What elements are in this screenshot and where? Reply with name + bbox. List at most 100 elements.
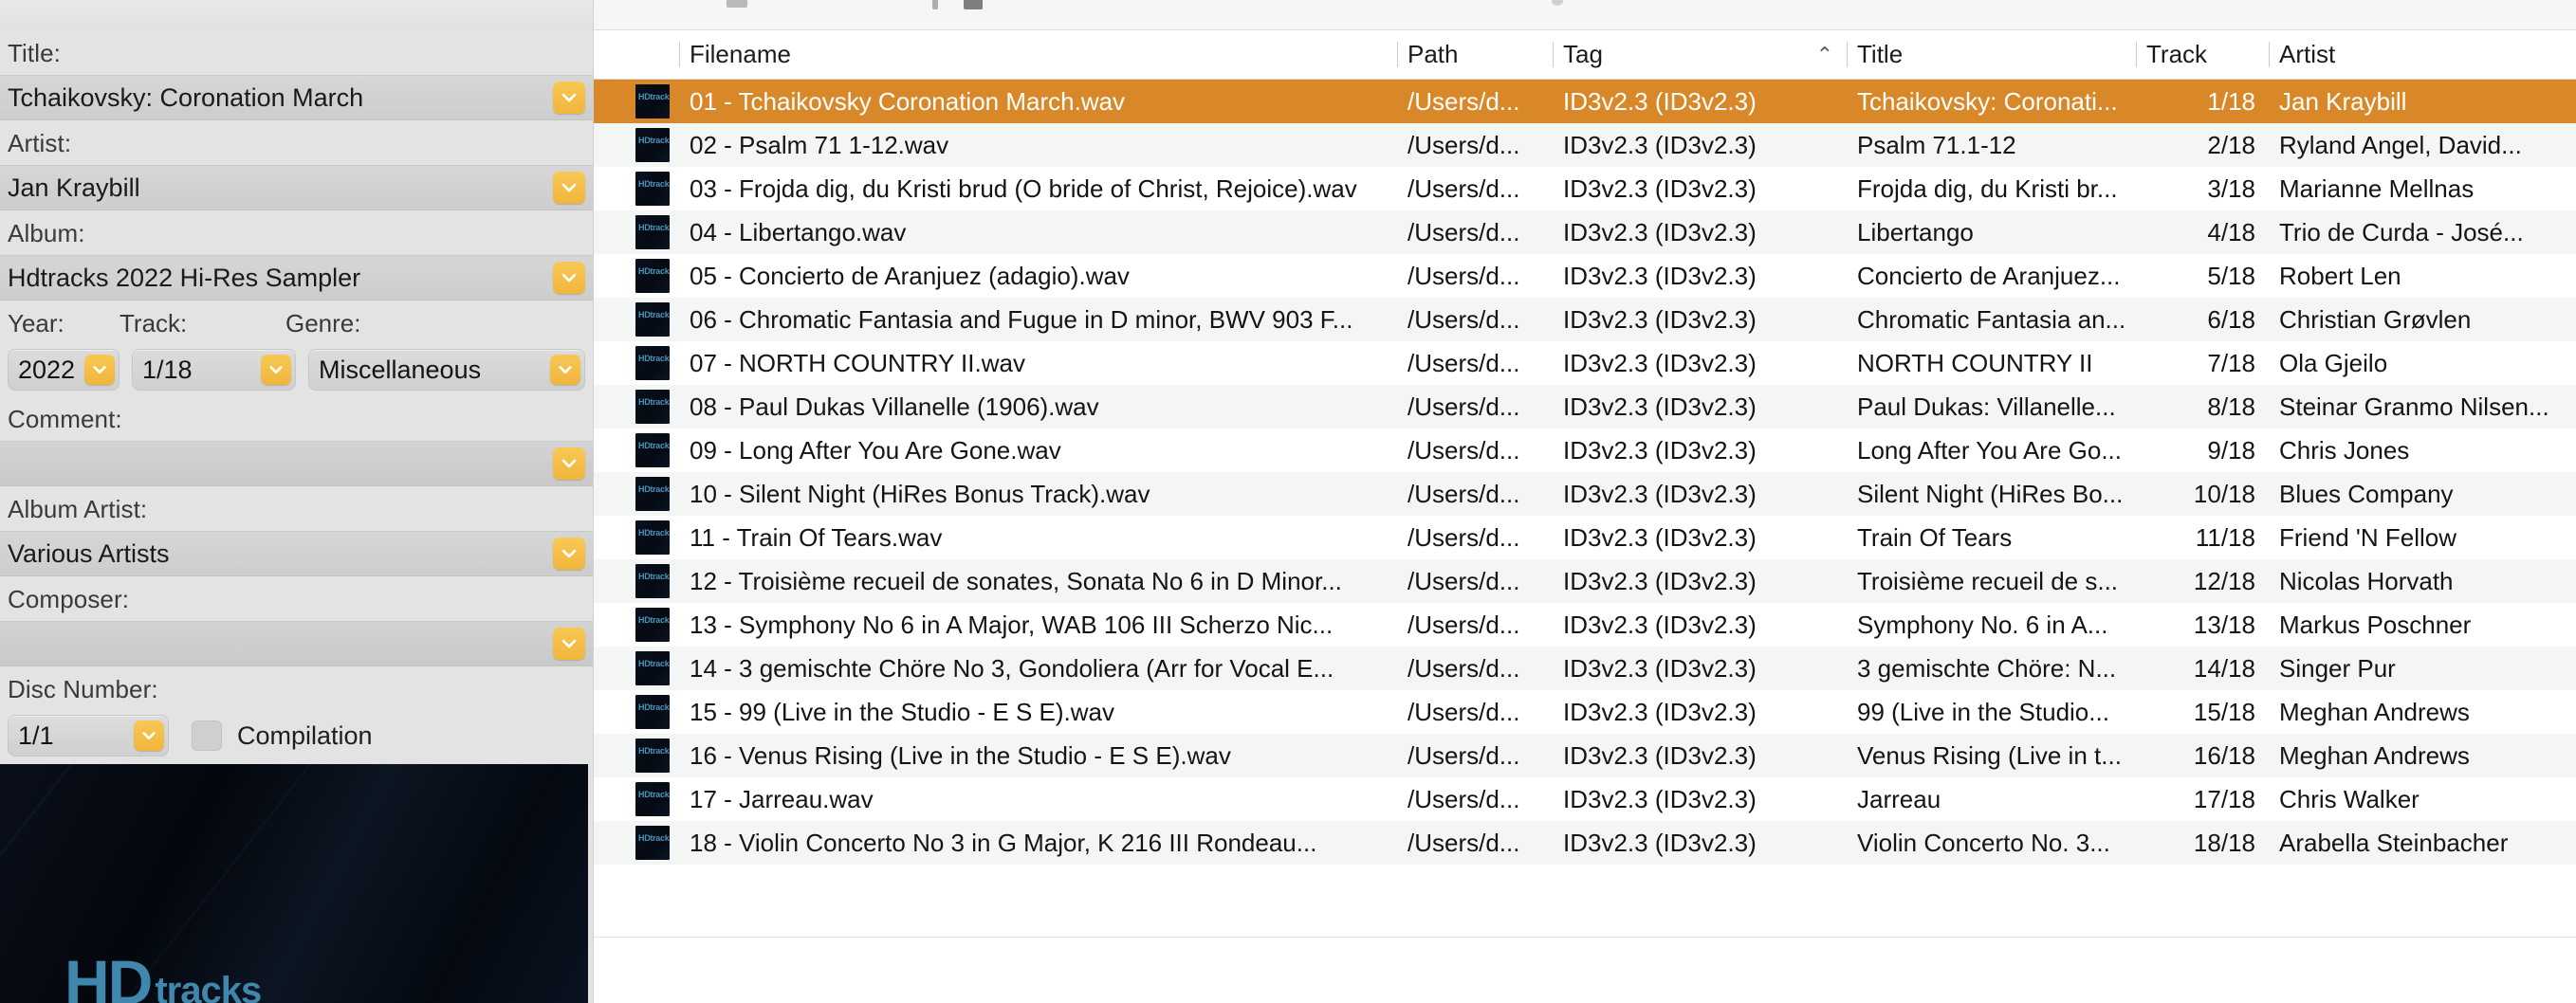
field-disc-number-value[interactable]: 1/1 (9, 721, 134, 751)
cell-path: /Users/d... (1408, 392, 1520, 421)
field-composer-input[interactable] (0, 621, 593, 666)
field-album-value[interactable]: Hdtracks 2022 Hi-Res Sampler (0, 264, 553, 293)
table-row[interactable]: HDtracks 01 - Tchaikovsky Coronation Marc… (594, 80, 2576, 123)
cell-path: /Users/d... (1408, 610, 1520, 639)
table-body: HDtracks 01 - Tchaikovsky Coronation Marc… (594, 80, 2576, 937)
cell-artwork: HDtracks (594, 390, 679, 424)
chevron-down-icon[interactable] (553, 82, 585, 114)
field-album: Album: Hdtracks 2022 Hi-Res Sampler (0, 210, 593, 301)
table-row[interactable]: HDtracks 03 - Frojda dig, du Kristi brud … (594, 167, 2576, 210)
cell-tag: ID3v2.3 (ID3v2.3) (1563, 784, 1757, 813)
toolbar-icon[interactable] (727, 0, 747, 8)
field-track-combobox[interactable]: 1/18 (132, 349, 296, 391)
table-empty-row (594, 908, 2576, 937)
column-header-tag-label: Tag (1563, 40, 1603, 68)
table-row[interactable]: HDtracks 07 - NORTH COUNTRY II.wav/Users/… (594, 341, 2576, 385)
table-row[interactable]: HDtracks 15 - 99 (Live in the Studio - E … (594, 690, 2576, 734)
table-row[interactable]: HDtracks 10 - Silent Night (HiRes Bonus T… (594, 472, 2576, 516)
album-thumbnail-icon: HDtracks (635, 826, 670, 860)
column-header-artwork[interactable] (594, 30, 679, 79)
cell-filename: 07 - NORTH COUNTRY II.wav (690, 348, 1025, 377)
field-genre-combobox[interactable]: Miscellaneous (308, 349, 585, 391)
cell-artist: Chris Jones (2279, 435, 2410, 465)
cell-title: Paul Dukas: Villanelle... (1857, 392, 2116, 421)
column-header-tag[interactable]: Tag ⌃ (1553, 30, 1847, 79)
cell-path: /Users/d... (1408, 86, 1520, 116)
field-album-artist-input[interactable]: Various Artists (0, 531, 593, 576)
column-header-artist[interactable]: Artist (2269, 30, 2576, 79)
field-album-artist-value[interactable]: Various Artists (0, 539, 553, 569)
column-header-filename[interactable]: Filename (679, 30, 1397, 79)
table-row[interactable]: HDtracks 13 - Symphony No 6 in A Major, W… (594, 603, 2576, 647)
cell-artist: Meghan Andrews (2279, 697, 2470, 726)
compilation-checkbox[interactable] (192, 720, 222, 751)
chevron-down-icon[interactable] (134, 720, 164, 751)
table-empty-row (594, 865, 2576, 908)
table-row[interactable]: HDtracks 08 - Paul Dukas Villanelle (1906… (594, 385, 2576, 429)
field-disc-number-combobox[interactable]: 1/1 (8, 715, 169, 757)
cell-tag: ID3v2.3 (ID3v2.3) (1563, 173, 1757, 203)
table-row[interactable]: HDtracks 02 - Psalm 71 1-12.wav/Users/d..… (594, 123, 2576, 167)
field-year-value[interactable]: 2022 (9, 356, 84, 385)
table-row[interactable]: HDtracks 04 - Libertango.wav/Users/d... ID… (594, 210, 2576, 254)
table-row[interactable]: HDtracks 12 - Troisième recueil de sonate… (594, 559, 2576, 603)
cell-filename: 14 - 3 gemischte Chöre No 3, Gondoliera … (690, 653, 1334, 683)
cell-artist: Ola Gjeilo (2279, 348, 2388, 377)
column-header-track[interactable]: Track (2136, 30, 2269, 79)
table-row[interactable]: HDtracks 05 - Concierto de Aranjuez (adag… (594, 254, 2576, 298)
cell-artist: Ryland Angel, David... (2279, 130, 2522, 159)
album-thumbnail-icon: HDtracks (635, 259, 670, 293)
chevron-down-icon[interactable] (550, 355, 580, 385)
cell-artist: Jan Kraybill (2279, 86, 2407, 116)
cell-title: Violin Concerto No. 3... (1857, 828, 2110, 857)
toolbar-icon[interactable] (932, 0, 938, 9)
cell-artwork: HDtracks (594, 695, 679, 729)
column-header-path[interactable]: Path (1397, 30, 1553, 79)
field-genre-value[interactable]: Miscellaneous (309, 356, 550, 385)
chevron-down-icon[interactable] (84, 355, 115, 385)
cell-title: Train Of Tears (1857, 522, 2013, 552)
cell-tag: ID3v2.3 (ID3v2.3) (1563, 653, 1757, 683)
field-title-value[interactable]: Tchaikovsky: Coronation March (0, 83, 553, 113)
cell-track: 12/18 (2193, 566, 2255, 595)
toolbar-icon[interactable] (964, 0, 983, 9)
field-year-combobox[interactable]: 2022 (8, 349, 120, 391)
chevron-down-icon[interactable] (553, 538, 585, 570)
cell-title: 99 (Live in the Studio... (1857, 697, 2109, 726)
chevron-down-icon[interactable] (261, 355, 291, 385)
field-track-value[interactable]: 1/18 (133, 356, 261, 385)
thumbnail-logo: HDtracks (638, 397, 670, 407)
table-row[interactable]: HDtracks 14 - 3 gemischte Chöre No 3, Gon… (594, 647, 2576, 690)
thumbnail-logo: HDtracks (638, 746, 670, 756)
table-row[interactable]: HDtracks 16 - Venus Rising (Live in the S… (594, 734, 2576, 777)
cell-filename: 16 - Venus Rising (Live in the Studio - … (690, 740, 1231, 770)
table-row[interactable]: HDtracks 09 - Long After You Are Gone.wav… (594, 429, 2576, 472)
table-row[interactable]: HDtracks 11 - Train Of Tears.wav/Users/d.… (594, 516, 2576, 559)
cell-artwork: HDtracks (594, 477, 679, 511)
year-track-genre-row: 2022 1/18 Miscellaneous (0, 345, 593, 396)
cell-title: Frojda dig, du Kristi br... (1857, 173, 2118, 203)
cell-tag: ID3v2.3 (ID3v2.3) (1563, 522, 1757, 552)
table-row[interactable]: HDtracks 06 - Chromatic Fantasia and Fugu… (594, 298, 2576, 341)
table-row[interactable]: HDtracks 18 - Violin Concerto No 3 in G M… (594, 821, 2576, 865)
field-artist-input[interactable]: Jan Kraybill (0, 165, 593, 210)
cell-artist: Blues Company (2279, 479, 2454, 508)
chevron-down-icon[interactable] (553, 262, 585, 294)
album-artwork[interactable]: HD tracks (0, 764, 588, 1003)
cell-filename: 06 - Chromatic Fantasia and Fugue in D m… (690, 304, 1353, 334)
field-artist-value[interactable]: Jan Kraybill (0, 173, 553, 203)
field-artist: Artist: Jan Kraybill (0, 120, 593, 210)
album-thumbnail-icon: HDtracks (635, 564, 670, 598)
cell-filename: 10 - Silent Night (HiRes Bonus Track).wa… (690, 479, 1150, 508)
field-album-input[interactable]: Hdtracks 2022 Hi-Res Sampler (0, 255, 593, 301)
field-comment-input[interactable] (0, 441, 593, 486)
field-title-input[interactable]: Tchaikovsky: Coronation March (0, 75, 593, 120)
chevron-down-icon[interactable] (553, 628, 585, 660)
album-thumbnail-icon: HDtracks (635, 739, 670, 773)
album-thumbnail-icon: HDtracks (635, 172, 670, 206)
toolbar-icon[interactable] (1552, 0, 1563, 6)
column-header-title[interactable]: Title (1847, 30, 2136, 79)
table-row[interactable]: HDtracks 17 - Jarreau.wav/Users/d... ID3v2… (594, 777, 2576, 821)
chevron-down-icon[interactable] (553, 447, 585, 480)
chevron-down-icon[interactable] (553, 172, 585, 204)
